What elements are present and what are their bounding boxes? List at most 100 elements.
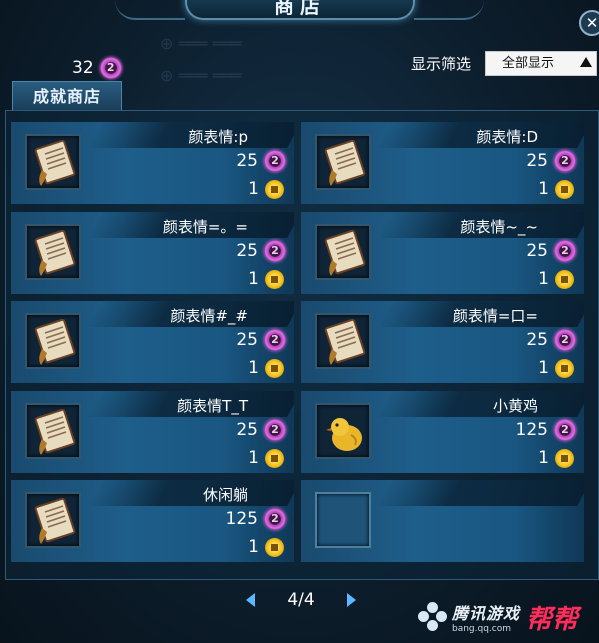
quantity-value: 1 xyxy=(248,358,259,378)
achievement-point-icon xyxy=(554,150,576,172)
coin-icon xyxy=(555,179,574,199)
background-ghost-text: ⊕ ═══ ═══ xyxy=(160,34,242,53)
item-card[interactable]: 小黄鸡 125 1 xyxy=(301,391,584,473)
price-value: 125 xyxy=(515,420,548,440)
coin-icon xyxy=(265,448,284,468)
watermark: 腾讯游戏 bang.qq.com 帮帮 xyxy=(418,597,594,637)
achievement-point-icon xyxy=(264,329,286,351)
watermark-text: 腾讯游戏 xyxy=(452,604,521,623)
achievement-point-icon xyxy=(554,419,576,441)
scroll-icon xyxy=(34,409,76,455)
price-value: 25 xyxy=(526,151,548,171)
item-icon-slot xyxy=(25,313,81,369)
achievement-point-icon xyxy=(554,329,576,351)
item-card[interactable]: 颜表情=口= 25 1 xyxy=(301,301,584,383)
watermark-url: bang.qq.com xyxy=(452,624,512,634)
quantity-value: 1 xyxy=(248,269,259,289)
coin-icon xyxy=(265,269,284,289)
points-value: 32 xyxy=(72,58,94,78)
item-price: 25 xyxy=(236,239,286,263)
item-quantity: 1 xyxy=(248,537,284,557)
next-page-button[interactable] xyxy=(346,593,356,607)
item-name: 颜表情T_T xyxy=(177,397,248,415)
achievement-point-icon xyxy=(264,419,286,441)
item-icon-slot[interactable] xyxy=(315,492,371,548)
achievement-point-icon xyxy=(264,240,286,262)
item-card[interactable]: 颜表情#_# 25 1 xyxy=(11,301,294,383)
background-ghost-text: ⊕ ═══ ═══ xyxy=(160,66,242,85)
item-name: 颜表情=。= xyxy=(162,218,248,236)
coin-icon xyxy=(555,358,574,378)
filter-label: 显示筛选 xyxy=(411,55,472,73)
price-value: 125 xyxy=(225,509,258,529)
item-price: 25 xyxy=(526,328,576,352)
achievement-point-icon xyxy=(99,57,122,79)
coin-icon xyxy=(555,269,574,289)
item-icon-slot xyxy=(315,134,371,190)
item-icon-slot xyxy=(315,224,371,280)
card-header-band xyxy=(377,480,584,506)
item-quantity: 1 xyxy=(538,269,574,289)
coin-icon xyxy=(265,179,284,199)
item-icon-slot xyxy=(315,313,371,369)
quantity-value: 1 xyxy=(538,179,549,199)
item-quantity: 1 xyxy=(538,448,574,468)
item-card[interactable]: 颜表情:p 25 1 xyxy=(11,122,294,204)
item-price: 25 xyxy=(236,149,286,173)
item-price: 125 xyxy=(226,507,286,531)
item-card[interactable]: 颜表情~_~ 25 1 xyxy=(301,212,584,294)
item-card[interactable]: 休闲躺 125 1 xyxy=(11,480,294,562)
empty-item-slot[interactable] xyxy=(301,480,584,562)
item-price: 25 xyxy=(526,239,576,263)
item-card[interactable]: 颜表情:D 25 1 xyxy=(301,122,584,204)
item-name: 颜表情#_# xyxy=(170,307,248,325)
item-quantity: 1 xyxy=(248,269,284,289)
filter-selected-value: 全部显示 xyxy=(502,56,555,71)
item-price: 25 xyxy=(236,328,286,352)
scroll-icon xyxy=(324,140,366,186)
coin-icon xyxy=(265,537,284,557)
quantity-value: 1 xyxy=(538,358,549,378)
scroll-icon xyxy=(34,140,76,186)
title-ornament-right xyxy=(414,0,484,20)
quantity-value: 1 xyxy=(248,448,259,468)
scroll-icon xyxy=(34,319,76,365)
title-ornament-left xyxy=(115,0,185,20)
close-button[interactable]: ✕ xyxy=(579,10,599,36)
shop-window: 商店 ✕ ⊕ ═══ ═══ ⊕ ═══ ═══ 32 显示筛选 全部显示 成就… xyxy=(0,0,599,643)
achievement-points-balance: 32 xyxy=(72,57,122,79)
item-name: 颜表情:p xyxy=(188,128,248,146)
page-indicator: 4/4 xyxy=(287,590,315,610)
item-name: 颜表情:D xyxy=(476,128,538,146)
scroll-icon xyxy=(34,230,76,276)
item-name: 颜表情=口= xyxy=(452,307,538,325)
scroll-icon xyxy=(34,498,76,544)
item-quantity: 1 xyxy=(248,448,284,468)
item-name: 休闲躺 xyxy=(202,486,248,504)
achievement-point-icon xyxy=(554,240,576,262)
coin-icon xyxy=(265,358,284,378)
price-value: 25 xyxy=(236,241,258,261)
filter-dropdown[interactable]: 全部显示 xyxy=(485,51,597,76)
item-icon-slot xyxy=(25,403,81,459)
price-value: 25 xyxy=(236,330,258,350)
item-quantity: 1 xyxy=(538,358,574,378)
item-price: 25 xyxy=(236,418,286,442)
item-name: 颜表情~_~ xyxy=(460,218,538,236)
quantity-value: 1 xyxy=(248,179,259,199)
achievement-point-icon xyxy=(264,150,286,172)
item-card[interactable]: 颜表情=。= 25 1 xyxy=(11,212,294,294)
quantity-value: 1 xyxy=(248,537,259,557)
tab-achievement-shop[interactable]: 成就商店 xyxy=(12,81,122,110)
price-value: 25 xyxy=(236,151,258,171)
item-card[interactable]: 颜表情T_T 25 1 xyxy=(11,391,294,473)
watermark-brand: 帮帮 xyxy=(526,604,579,635)
quantity-value: 1 xyxy=(538,448,549,468)
pagination: 4/4 xyxy=(246,588,356,612)
prev-page-button[interactable] xyxy=(246,593,255,607)
scroll-icon xyxy=(324,230,366,276)
dropdown-arrow-icon xyxy=(580,57,592,67)
item-quantity: 1 xyxy=(538,179,574,199)
item-icon-slot xyxy=(25,134,81,190)
item-price: 25 xyxy=(526,149,576,173)
